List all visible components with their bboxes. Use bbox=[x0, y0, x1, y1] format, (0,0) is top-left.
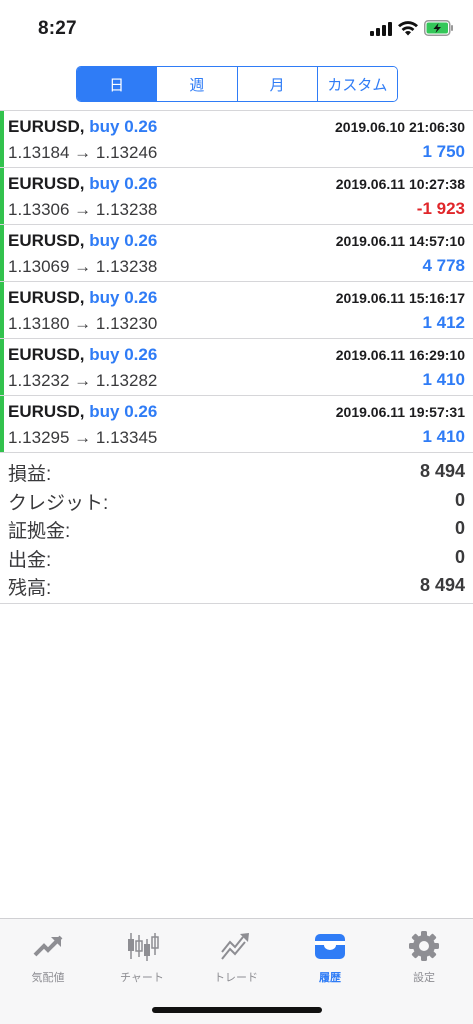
cellular-signal-icon bbox=[370, 22, 392, 36]
home-indicator bbox=[152, 1007, 322, 1013]
segment-custom[interactable]: カスタム bbox=[316, 67, 397, 101]
tab-label: 履歴 bbox=[319, 972, 341, 984]
deal-time: 2019.06.11 16:29:10 bbox=[335, 347, 465, 363]
deal-side-volume: buy 0.26 bbox=[89, 117, 158, 136]
tab-label: チャート bbox=[120, 972, 164, 984]
deal-symbol-name: EURUSD, bbox=[8, 288, 85, 307]
summary-value: 8 494 bbox=[419, 575, 465, 595]
deal-row[interactable]: EURUSD, buy 0.26 2019.06.11 19:57:31 1.1… bbox=[0, 396, 473, 453]
deal-row[interactable]: EURUSD, buy 0.26 2019.06.11 14:57:10 1.1… bbox=[0, 225, 473, 282]
trade-icon bbox=[221, 933, 249, 960]
summary-row-profit: 損益: 8 494 bbox=[0, 456, 473, 485]
deal-time: 2019.06.11 14:57:10 bbox=[335, 233, 465, 249]
segment-month[interactable]: 月 bbox=[236, 67, 317, 101]
summary-row-balance: 残高: 8 494 bbox=[0, 570, 473, 599]
summary-label: クレジット: bbox=[8, 492, 109, 514]
tab-settings[interactable]: 設定 bbox=[377, 925, 471, 991]
deal-symbol: EURUSD, buy 0.26 bbox=[8, 345, 157, 365]
deal-profit: 1 410 bbox=[422, 427, 465, 446]
buy-indicator-bar bbox=[0, 282, 4, 338]
deal-profit: 1 750 bbox=[422, 142, 465, 161]
segment-day[interactable]: 日 bbox=[77, 67, 157, 101]
buy-indicator-bar bbox=[0, 339, 4, 395]
summary-value: 0 bbox=[454, 518, 465, 538]
tab-history[interactable]: 履歴 bbox=[283, 925, 377, 991]
summary-label: 出金: bbox=[8, 549, 52, 571]
summary-row-deposit: 証拠金: 0 bbox=[0, 513, 473, 542]
deal-symbol-name: EURUSD, bbox=[8, 402, 85, 421]
buy-indicator-bar bbox=[0, 111, 4, 167]
chart-icon bbox=[128, 933, 159, 961]
buy-indicator-bar bbox=[0, 396, 4, 452]
deal-prices: 1.13295 → 1.13345 bbox=[8, 428, 158, 447]
deal-profit: -1 923 bbox=[416, 199, 465, 218]
deal-prices: 1.13069 → 1.13238 bbox=[8, 257, 158, 276]
summary-label: 残高: bbox=[8, 578, 52, 599]
deal-side-volume: buy 0.26 bbox=[89, 288, 158, 307]
deal-profit: 1 410 bbox=[422, 370, 465, 389]
deal-time: 2019.06.11 15:16:17 bbox=[335, 290, 465, 306]
deal-symbol-name: EURUSD, bbox=[8, 345, 85, 364]
deal-profit: 4 778 bbox=[422, 256, 465, 275]
deal-profit: 1 412 bbox=[422, 313, 465, 332]
deal-row[interactable]: EURUSD, buy 0.26 2019.06.11 15:16:17 1.1… bbox=[0, 282, 473, 339]
tab-chart[interactable]: チャート bbox=[95, 925, 189, 991]
deal-time: 2019.06.11 19:57:31 bbox=[335, 404, 465, 420]
deal-time: 2019.06.11 10:27:38 bbox=[335, 176, 465, 192]
deal-time: 2019.06.10 21:06:30 bbox=[335, 119, 465, 135]
segment-week[interactable]: 週 bbox=[156, 67, 237, 101]
deal-side-volume: buy 0.26 bbox=[89, 174, 158, 193]
battery-charging-icon bbox=[424, 20, 453, 36]
history-icon bbox=[315, 934, 345, 959]
deal-symbol-name: EURUSD, bbox=[8, 174, 85, 193]
deal-symbol-name: EURUSD, bbox=[8, 117, 85, 136]
account-summary: 損益: 8 494 クレジット: 0 証拠金: 0 出金: 0 残高: 8 49… bbox=[0, 456, 473, 604]
deal-symbol-name: EURUSD, bbox=[8, 231, 85, 250]
deal-prices: 1.13180 → 1.13230 bbox=[8, 314, 158, 333]
tab-trade[interactable]: トレード bbox=[189, 925, 283, 991]
deal-side-volume: buy 0.26 bbox=[89, 231, 158, 250]
summary-row-withdrawal: 出金: 0 bbox=[0, 542, 473, 571]
summary-value: 0 bbox=[454, 489, 465, 510]
summary-value: 0 bbox=[454, 546, 465, 567]
deal-symbol: EURUSD, buy 0.26 bbox=[8, 174, 157, 194]
summary-label: 損益: bbox=[8, 464, 52, 485]
buy-indicator-bar bbox=[0, 168, 4, 224]
deal-prices: 1.13184 → 1.13246 bbox=[8, 143, 158, 162]
deal-list: EURUSD, buy 0.26 2019.06.10 21:06:30 1.1… bbox=[0, 110, 473, 453]
status-time: 8:27 bbox=[38, 18, 77, 39]
settings-icon bbox=[409, 931, 439, 961]
quotes-icon bbox=[33, 935, 63, 957]
deal-symbol: EURUSD, buy 0.26 bbox=[8, 288, 157, 308]
tab-label: トレード bbox=[214, 972, 258, 984]
tab-label: 気配値 bbox=[31, 972, 65, 984]
summary-label: 証拠金: bbox=[8, 521, 71, 542]
period-segmented-control: 日 週 月 カスタム bbox=[76, 66, 398, 102]
tab-quotes[interactable]: 気配値 bbox=[1, 925, 95, 991]
deal-symbol: EURUSD, buy 0.26 bbox=[8, 117, 157, 137]
deal-symbol: EURUSD, buy 0.26 bbox=[8, 402, 157, 422]
deal-row[interactable]: EURUSD, buy 0.26 2019.06.10 21:06:30 1.1… bbox=[0, 111, 473, 168]
deal-prices: 1.13232 → 1.13282 bbox=[8, 371, 158, 390]
status-bar: 8:27 bbox=[0, 0, 473, 56]
summary-row-credit: クレジット: 0 bbox=[0, 485, 473, 514]
deal-symbol: EURUSD, buy 0.26 bbox=[8, 231, 157, 251]
deal-side-volume: buy 0.26 bbox=[89, 345, 158, 364]
tab-label: 設定 bbox=[413, 972, 435, 984]
buy-indicator-bar bbox=[0, 225, 4, 281]
summary-value: 8 494 bbox=[419, 461, 465, 481]
wifi-icon bbox=[398, 21, 418, 36]
deal-row[interactable]: EURUSD, buy 0.26 2019.06.11 10:27:38 1.1… bbox=[0, 168, 473, 225]
deal-prices: 1.13306 → 1.13238 bbox=[8, 200, 158, 219]
deal-row[interactable]: EURUSD, buy 0.26 2019.06.11 16:29:10 1.1… bbox=[0, 339, 473, 396]
deal-side-volume: buy 0.26 bbox=[89, 402, 158, 421]
